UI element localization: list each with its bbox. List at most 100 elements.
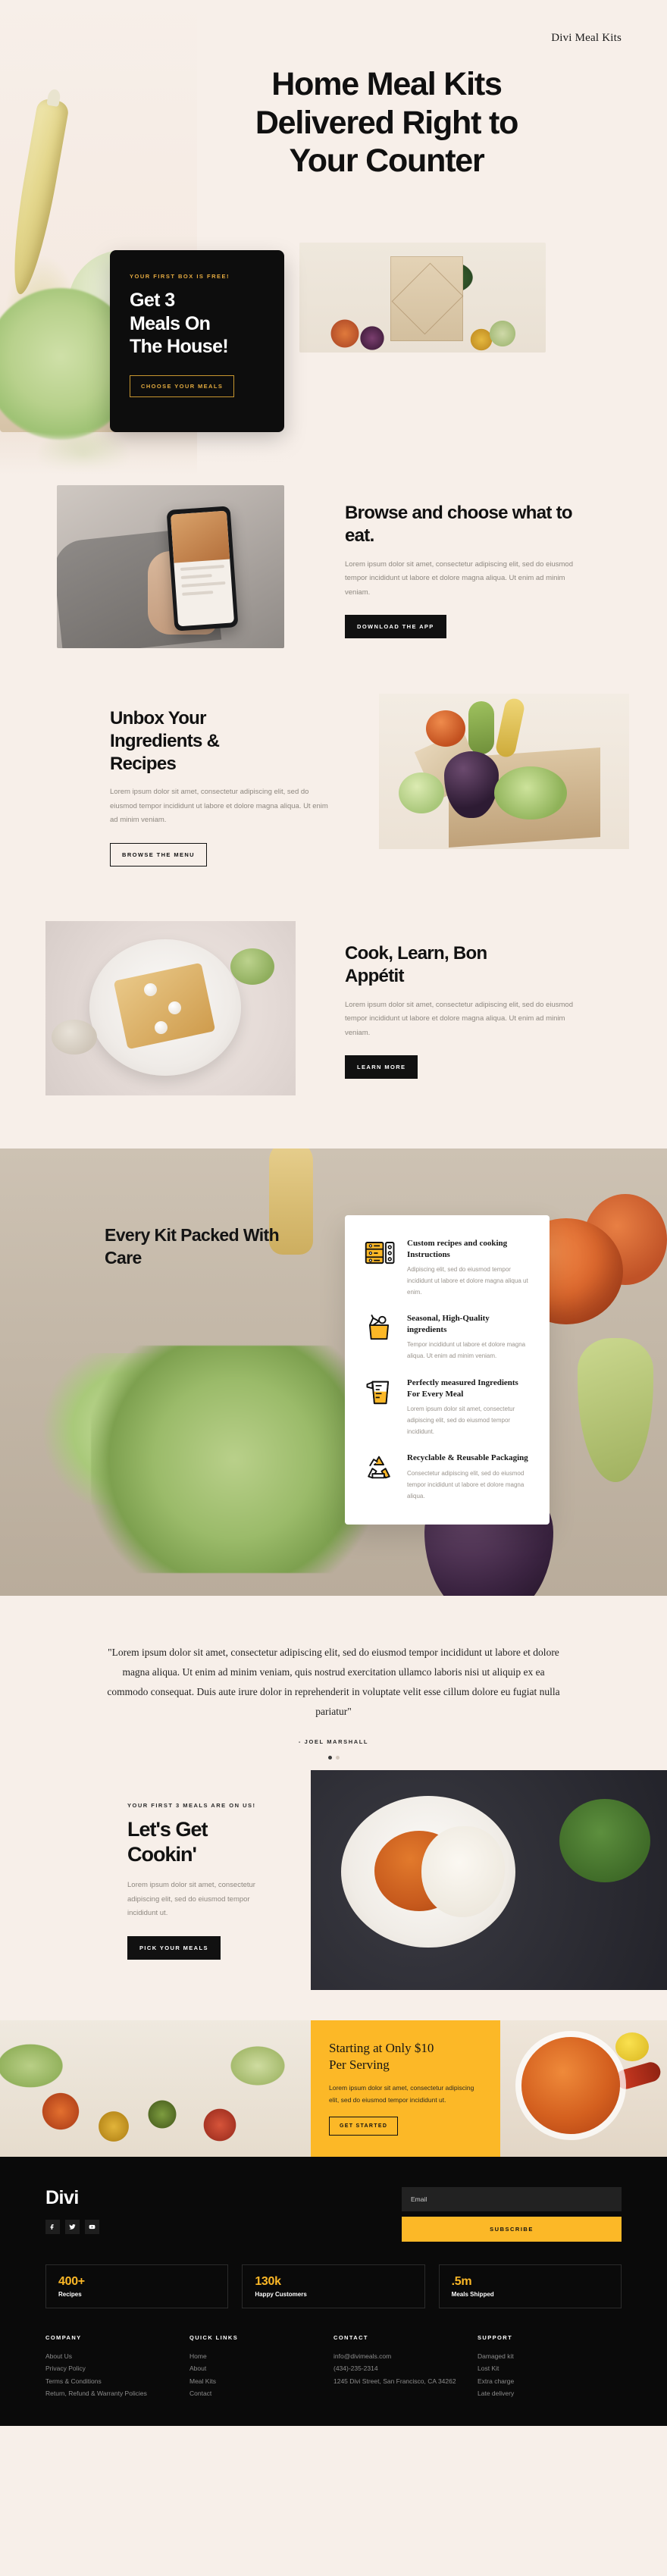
youtube-icon[interactable] (85, 2219, 99, 2234)
footer-column-list: Damaged kit Lost Kit Extra charge Late d… (478, 2350, 622, 2400)
footer-link[interactable]: Lost Kit (478, 2364, 499, 2372)
list-item[interactable]: Damaged kit (478, 2350, 622, 2363)
list-item[interactable]: Lost Kit (478, 2362, 622, 2375)
rice-prop (421, 1825, 505, 1917)
footer-link[interactable]: Privacy Policy (45, 2364, 86, 2372)
list-item[interactable]: About Us (45, 2350, 189, 2363)
browse-heading: Browse and choose what to eat. (345, 503, 573, 546)
chili-prop (613, 2059, 663, 2092)
phone-text-line (180, 574, 212, 579)
list-item[interactable]: Home (189, 2350, 334, 2363)
hero-produce-photo (299, 243, 546, 353)
list-item[interactable]: Return, Refund & Warranty Policies (45, 2387, 189, 2400)
footer-link[interactable]: Extra charge (478, 2377, 514, 2385)
phone-app-photo (57, 485, 284, 648)
site-footer: Divi SUBSCRIBE (0, 2156, 667, 2426)
stat-number: 130k (255, 2274, 281, 2288)
stat-card: 400+ Recipes (45, 2264, 229, 2308)
phone-text-line (180, 564, 224, 572)
list-item[interactable]: Terms & Conditions (45, 2375, 189, 2388)
pick-your-meals-button[interactable]: PICK YOUR MEALS (127, 1935, 221, 1960)
stat-card: 130k Happy Customers (242, 2264, 425, 2308)
browse-the-menu-button[interactable]: BROWSE THE MENU (110, 842, 207, 867)
feature-item: Seasonal, High-Quality ingredients Tempo… (365, 1313, 530, 1362)
footer-link[interactable]: Home (189, 2352, 207, 2360)
carousel-dot-1[interactable] (327, 1755, 332, 1760)
footer-column-support: SUPPORT Damaged kit Lost Kit Extra charg… (478, 2334, 622, 2400)
footer-link-columns: COMPANY About Us Privacy Policy Terms & … (45, 2334, 622, 2400)
pricing-body: Lorem ipsum dolor sit amet, consectetur … (329, 2083, 474, 2104)
curry-dish-photo (311, 1769, 667, 1990)
email-field[interactable] (402, 2186, 622, 2211)
hero-section: Divi Meal Kits Home Meal Kits Delivered … (0, 0, 667, 485)
lettuce-prop (494, 766, 567, 819)
herb-prop (230, 948, 274, 985)
footer-column-quick-links: QUICK LINKS Home About Meal Kits Contact (189, 2334, 334, 2400)
feature-item: Custom recipes and cooking Instructions … (365, 1238, 530, 1298)
carousel-dot-2[interactable] (335, 1755, 340, 1760)
vegetable-basket-photo (0, 2020, 311, 2157)
measuring-cup-icon (365, 1377, 396, 1437)
list-item[interactable]: Meal Kits (189, 2375, 334, 2388)
list-item[interactable]: Privacy Policy (45, 2362, 189, 2375)
list-item[interactable]: (434)-235-2314 (334, 2362, 478, 2375)
cookin-heading-line-1: Let's Get (127, 1817, 208, 1841)
footer-link[interactable]: Damaged kit (478, 2352, 514, 2360)
offer-title-line-1: Get 3 (130, 290, 175, 311)
list-item[interactable]: Late delivery (478, 2387, 622, 2400)
newsletter-form: SUBSCRIBE (402, 2186, 622, 2242)
feature-text: Seasonal, High-Quality ingredients Tempo… (407, 1313, 530, 1362)
footer-link[interactable]: Contact (189, 2390, 211, 2397)
landing-page: Divi Meal Kits Home Meal Kits Delivered … (0, 0, 667, 2426)
stat-label: Meals Shipped (451, 2290, 494, 2298)
feature-title: Seasonal, High-Quality ingredients (407, 1314, 490, 1334)
hero-title-line-2: Delivered Right to (255, 104, 519, 141)
stat-number: .5m (451, 2274, 472, 2288)
choose-your-meals-button[interactable]: CHOOSE YOUR MEALS (130, 374, 235, 397)
footer-link[interactable]: Meal Kits (189, 2377, 216, 2385)
stat-card: .5m Meals Shipped (438, 2264, 622, 2308)
list-item[interactable]: info@divimeals.com (334, 2350, 478, 2363)
get-started-button[interactable]: GET STARTED (329, 2116, 399, 2136)
list-item[interactable]: Extra charge (478, 2375, 622, 2388)
sauce-photo (500, 2020, 667, 2157)
facebook-icon[interactable] (45, 2219, 60, 2234)
carrot-prop (494, 697, 526, 759)
footer-link[interactable]: About (189, 2364, 206, 2372)
finished-dish-photo (45, 921, 296, 1095)
list-item[interactable]: Contact (189, 2387, 334, 2400)
footer-column-list: Home About Meal Kits Contact (189, 2350, 334, 2400)
recycle-icon (365, 1453, 396, 1502)
feature-body: Tempor incididunt ut labore et dolore ma… (407, 1341, 526, 1360)
twitter-icon[interactable] (65, 2219, 80, 2234)
download-the-app-button[interactable]: DOWNLOAD THE APP (345, 615, 446, 639)
offer-eyebrow: YOUR FIRST BOX IS FREE! (130, 273, 230, 280)
parsnip-prop (4, 97, 70, 297)
social-links (45, 2219, 99, 2234)
footer-link[interactable]: Return, Refund & Warranty Policies (45, 2390, 147, 2397)
cookin-text-block: Let's Get Cookin' Lorem ipsum dolor sit … (127, 1817, 324, 1960)
testimonial-author: - JOEL MARSHALL (298, 1738, 369, 1745)
footer-brand-block: Divi (45, 2187, 99, 2234)
footer-link[interactable]: Late delivery (478, 2390, 514, 2397)
footer-link[interactable]: Terms & Conditions (45, 2377, 102, 2385)
browse-section: Browse and choose what to eat. Lorem ips… (0, 485, 667, 694)
feature-text: Custom recipes and cooking Instructions … (407, 1238, 530, 1298)
list-item[interactable]: About (189, 2362, 334, 2375)
zucchini-prop (468, 701, 494, 754)
pricing-panel: Starting at Only $10 Per Serving Lorem i… (311, 2020, 500, 2157)
squash-prop (578, 1338, 653, 1482)
cookin-body: Lorem ipsum dolor sit amet, consectetur … (127, 1881, 255, 1918)
footer-column-list: info@divimeals.com (434)-235-2314 1245 D… (334, 2350, 478, 2388)
browse-body: Lorem ipsum dolor sit amet, consectetur … (345, 559, 573, 597)
testimonial-pagination[interactable] (0, 1755, 667, 1760)
subscribe-button[interactable]: SUBSCRIBE (402, 2216, 622, 2242)
cook-text-block: Cook, Learn, Bon Appétit Lorem ipsum dol… (345, 942, 595, 1080)
page-title: Home Meal Kits Delivered Right to Your C… (182, 65, 591, 180)
cookin-eyebrow: YOUR FIRST 3 MEALS ARE ON US! (127, 1801, 256, 1809)
footer-link[interactable]: About Us (45, 2352, 72, 2360)
sauce-bowl-prop (521, 2036, 620, 2134)
phone-device (166, 506, 239, 631)
learn-more-button[interactable]: LEARN MORE (345, 1055, 418, 1080)
pricing-heading: Starting at Only $10 Per Serving (329, 2040, 482, 2074)
